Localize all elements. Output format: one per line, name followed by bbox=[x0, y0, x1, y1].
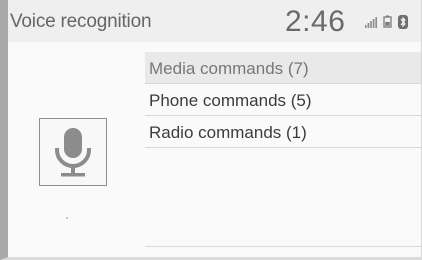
command-list: Media commands (7) Phone commands (5) Ra… bbox=[145, 52, 421, 247]
menu-item-media-commands[interactable]: Media commands (7) bbox=[145, 52, 421, 84]
battery-icon bbox=[383, 15, 392, 28]
clock: 2:46 bbox=[285, 5, 346, 38]
microphone-icon bbox=[55, 128, 91, 177]
microphone-button[interactable] bbox=[39, 118, 107, 186]
bluetooth-icon bbox=[398, 15, 408, 29]
menu-item-radio-commands[interactable]: Radio commands (1) bbox=[145, 116, 421, 148]
menu-item-empty bbox=[145, 148, 421, 247]
menu-item-phone-commands[interactable]: Phone commands (5) bbox=[145, 84, 421, 116]
status-icons bbox=[365, 14, 421, 30]
voice-recognition-screen: Voice recognition 2:46 Media commands (7… bbox=[0, 0, 422, 260]
divider-dot bbox=[66, 217, 68, 219]
screen-title: Voice recognition bbox=[10, 11, 152, 32]
header-bar: Voice recognition 2:46 bbox=[8, 0, 421, 42]
signal-bars-icon bbox=[365, 17, 377, 28]
